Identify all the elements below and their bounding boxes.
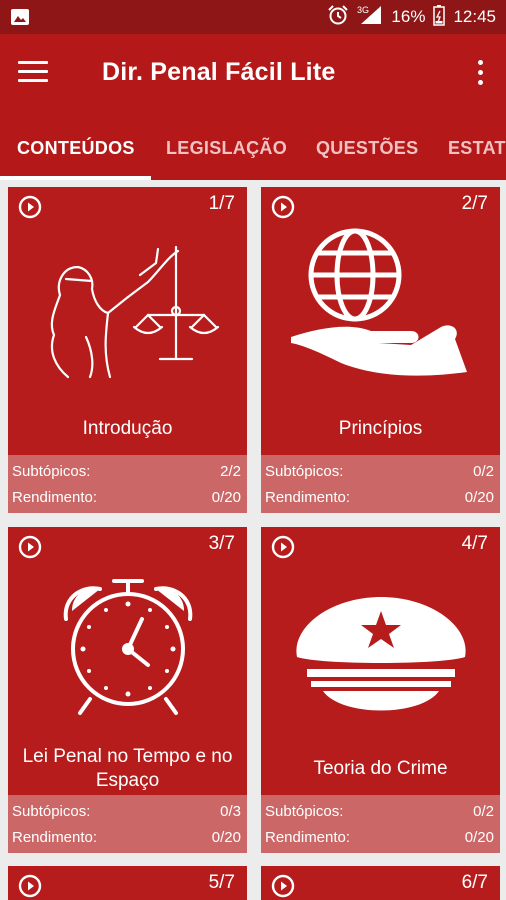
police-cap-icon: [296, 597, 466, 711]
clock: 12:45: [453, 7, 496, 26]
signal-icon: 3G: [357, 4, 383, 31]
performance-value: 0/20: [211, 829, 241, 846]
topic-card[interactable]: 1/7 Introdução Subtópicos: 2/2 Rendimento…: [8, 187, 247, 513]
gallery-notification-icon: [10, 7, 30, 32]
justice-icon: [50, 245, 220, 379]
topic-card[interactable]: 6/7: [261, 866, 500, 900]
card-title: Teoria do Crime: [313, 758, 448, 779]
globe-hand-icon: [291, 228, 467, 376]
tab-conteudos[interactable]: CONTEÚDOS: [17, 138, 135, 159]
battery-percent: 16%: [391, 7, 426, 26]
alarm-status-icon: [327, 4, 349, 31]
play-icon[interactable]: [271, 535, 295, 559]
subtopics-value: 0/2: [473, 463, 494, 480]
svg-text:3G: 3G: [357, 5, 369, 15]
topic-card[interactable]: 4/7 Teoria do Crime Subtópicos: 0/2 Rendi…: [261, 527, 500, 853]
topic-card[interactable]: 3/7 Lei Penal no Tempo e no Espaço Subtó…: [8, 527, 247, 853]
card-index: 5/7: [208, 872, 235, 893]
card-stats: Subtópicos: 2/2 Rendimento: 0/20: [8, 455, 247, 513]
overflow-menu-icon[interactable]: [476, 60, 484, 88]
play-icon[interactable]: [18, 535, 42, 559]
subtopics-value: 2/2: [220, 463, 241, 480]
card-title: Introdução: [82, 418, 173, 439]
topic-card[interactable]: 2/7 Princípios Subtópicos: 0/2 Rendimento…: [261, 187, 500, 513]
card-title: Princípios: [338, 418, 423, 439]
subtopics-value: 0/3: [220, 803, 241, 820]
card-stats: Subtópicos: 0/3 Rendimento: 0/20: [8, 795, 247, 853]
card-index: 4/7: [461, 533, 488, 554]
app-bar: Dir. Penal Fácil Lite: [0, 34, 506, 116]
battery-icon: [433, 4, 446, 31]
play-icon[interactable]: [18, 195, 42, 219]
card-stats: Subtópicos: 0/2 Rendimento: 0/20: [261, 455, 500, 513]
play-icon[interactable]: [18, 874, 42, 898]
topic-card[interactable]: 5/7: [8, 866, 247, 900]
tab-indicator: [0, 176, 151, 180]
performance-value: 0/20: [211, 489, 241, 506]
card-index: 6/7: [461, 872, 488, 893]
card-index: 2/7: [461, 193, 488, 214]
status-bar: 3G 16% 12:45: [0, 0, 506, 34]
app-title: Dir. Penal Fácil Lite: [102, 58, 336, 86]
performance-value: 0/20: [464, 829, 494, 846]
card-index: 1/7: [208, 193, 235, 214]
play-icon[interactable]: [271, 874, 295, 898]
card-index: 3/7: [208, 533, 235, 554]
card-stats: Subtópicos: 0/2 Rendimento: 0/20: [261, 795, 500, 853]
tab-estatisticas[interactable]: ESTAT: [448, 138, 506, 159]
hamburger-menu-icon[interactable]: [18, 61, 48, 87]
subtopics-value: 0/2: [473, 803, 494, 820]
performance-value: 0/20: [464, 489, 494, 506]
card-title: Lei Penal no Tempo e no Espaço: [22, 746, 233, 791]
tab-questoes[interactable]: QUESTÕES: [316, 138, 418, 159]
alarm-clock-icon: [63, 579, 193, 715]
tab-bar: CONTEÚDOS LEGISLAÇÃO QUESTÕES ESTAT: [0, 116, 506, 180]
play-icon[interactable]: [271, 195, 295, 219]
tab-legislacao[interactable]: LEGISLAÇÃO: [166, 138, 287, 159]
